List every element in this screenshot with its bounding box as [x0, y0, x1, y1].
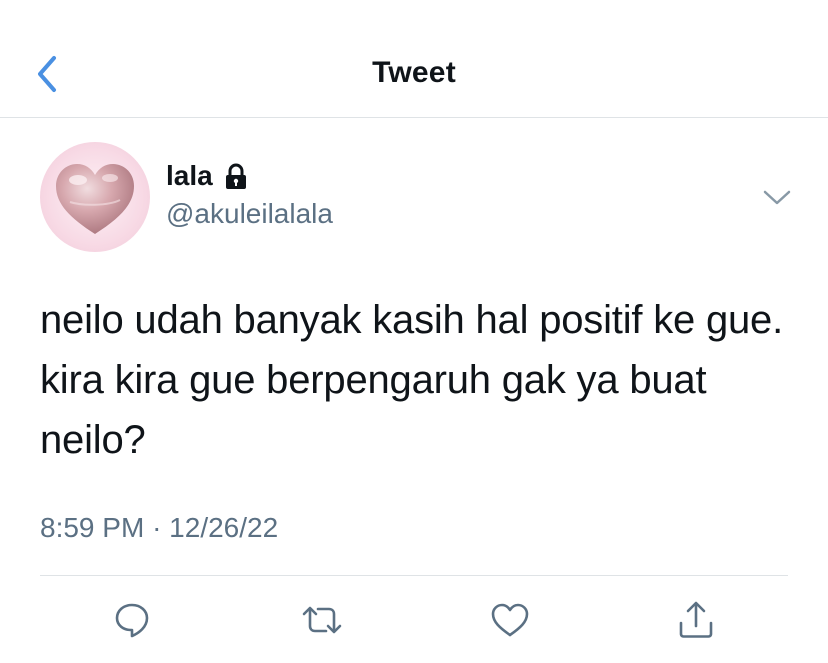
user-handle[interactable]: @akuleilalala — [166, 198, 333, 230]
share-icon — [679, 601, 713, 638]
retweet-icon — [302, 606, 342, 634]
retweet-button[interactable] — [298, 596, 346, 644]
divider — [40, 575, 788, 576]
user-name-row: lala — [166, 156, 249, 196]
page-title: Tweet — [372, 56, 456, 89]
chevron-down-icon — [763, 190, 791, 205]
reply-button[interactable] — [108, 596, 156, 644]
avatar[interactable] — [40, 142, 150, 252]
top-bar: Tweet — [0, 0, 828, 118]
heart-icon — [491, 603, 529, 637]
tweet-text: neilo udah banyak kasih hal positif ke g… — [40, 298, 784, 462]
meta-separator: · — [152, 512, 162, 543]
tweet-time[interactable]: 8:59 PM — [40, 512, 144, 543]
display-name[interactable]: lala — [166, 160, 213, 192]
action-bar — [0, 596, 828, 646]
like-button[interactable] — [486, 596, 534, 644]
tweet-date[interactable]: 12/26/22 — [169, 512, 278, 543]
more-options-button[interactable] — [760, 184, 794, 212]
share-button[interactable] — [672, 596, 720, 644]
lock-icon — [225, 163, 246, 189]
heart-avatar-image — [56, 164, 134, 234]
tweet-timestamp: 8:59 PM · 12/26/22 — [40, 512, 278, 544]
reply-icon — [115, 603, 149, 638]
